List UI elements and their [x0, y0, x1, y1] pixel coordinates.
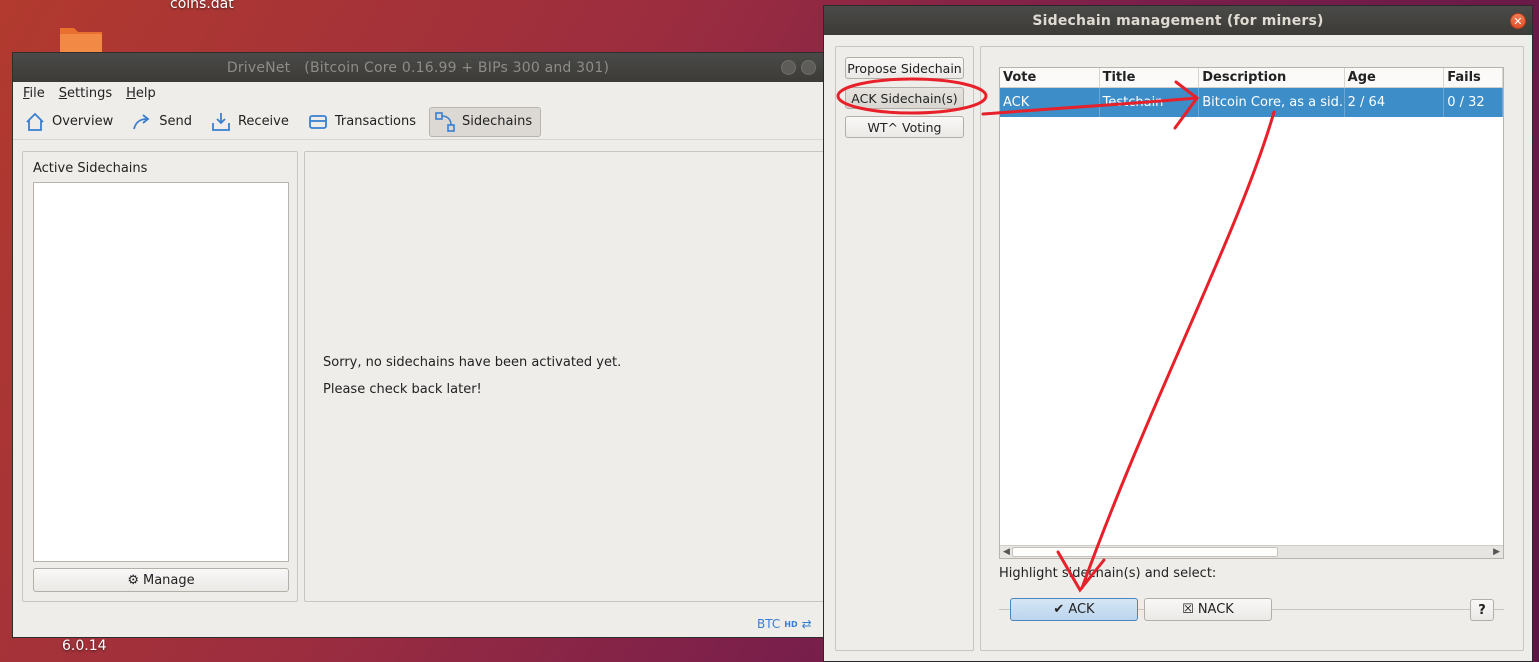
sidechain-info-panel: Sorry, no sidechains have been activated…	[304, 151, 823, 602]
window-title: DriveNet (Bitcoin Core 0.16.99 + BIPs 30…	[226, 59, 610, 76]
ack-button[interactable]: ✔ ACK	[1010, 598, 1138, 621]
ack-sidechains-panel: Vote Title Description Age Fails ACK Tes…	[980, 46, 1524, 651]
table-row[interactable]: ACK Testchain Bitcoin Core, as a sid... …	[1000, 88, 1503, 117]
cell-age: 2 / 64	[1345, 88, 1445, 117]
menu-settings[interactable]: Settings	[59, 86, 112, 101]
checkmark-icon: ✔	[1053, 602, 1065, 617]
horizontal-scrollbar[interactable]: ◀ ▶	[1000, 545, 1503, 558]
desktop-file-label[interactable]: coins.dat	[170, 0, 234, 12]
ack-button-label: ACK	[1068, 602, 1095, 617]
tab-sidechains[interactable]: Sidechains	[429, 106, 542, 137]
cell-fails: 0 / 32	[1444, 88, 1503, 117]
scrollbar-thumb[interactable]	[1012, 547, 1278, 557]
tab-receive[interactable]: Receive	[205, 107, 298, 137]
no-sidechains-message: Sorry, no sidechains have been activated…	[323, 355, 622, 370]
hd-badge: HD	[784, 619, 798, 629]
receive-icon	[212, 112, 230, 131]
menu-help[interactable]: Help	[126, 86, 156, 101]
check-back-message: Please check back later!	[323, 382, 482, 397]
tab-transactions[interactable]: Transactions	[302, 107, 425, 137]
gear-icon: ⚙	[127, 572, 139, 588]
table-header: Vote Title Description Age Fails	[1000, 68, 1503, 88]
drivenet-titlebar[interactable]: DriveNet (Bitcoin Core 0.16.99 + BIPs 30…	[13, 53, 823, 82]
statusbar: BTC HD ⇄	[757, 617, 812, 631]
transactions-icon	[308, 114, 327, 129]
highlight-hint: Highlight sidechain(s) and select:	[999, 566, 1217, 581]
dialog-titlebar[interactable]: Sidechain management (for miners) ✕	[824, 6, 1532, 35]
tab-overview-label: Overview	[52, 114, 114, 129]
send-arrow-icon	[133, 113, 150, 129]
column-header-vote[interactable]: Vote	[1000, 68, 1100, 87]
menubar: File Settings Help	[13, 82, 823, 104]
tab-send[interactable]: Send	[126, 107, 201, 137]
tab-transactions-label: Transactions	[334, 114, 417, 129]
sidechain-dialog: Sidechain management (for miners) ✕ Prop…	[823, 5, 1533, 662]
nack-button-label: NACK	[1197, 602, 1234, 617]
menu-file[interactable]: File	[23, 86, 45, 101]
toolbar: Overview Send Receive Transactions Sidec…	[13, 104, 823, 140]
scroll-left-icon[interactable]: ◀	[1003, 546, 1010, 558]
cell-vote: ACK	[1000, 88, 1100, 117]
sidechain-proposals-table[interactable]: Vote Title Description Age Fails ACK Tes…	[999, 67, 1504, 559]
sidechains-icon	[435, 111, 455, 132]
maximize-icon[interactable]	[801, 60, 816, 75]
active-sidechains-list[interactable]	[33, 182, 289, 562]
unit-label[interactable]: BTC	[757, 617, 780, 631]
drivenet-window: DriveNet (Bitcoin Core 0.16.99 + BIPs 30…	[12, 52, 824, 638]
nack-button[interactable]: ☒ NACK	[1144, 598, 1272, 621]
manage-button-label: Manage	[143, 572, 195, 588]
column-header-age[interactable]: Age	[1345, 68, 1445, 87]
tab-send-label: Send	[159, 114, 192, 129]
network-icon: ⇄	[801, 617, 812, 631]
ack-sidechains-button[interactable]: ACK Sidechain(s)	[845, 87, 964, 109]
wt-voting-button[interactable]: WT^ Voting	[845, 116, 964, 138]
cell-description: Bitcoin Core, as a sid...	[1199, 88, 1345, 117]
active-sidechains-panel: Active Sidechains ⚙ Manage	[22, 151, 298, 602]
column-header-title[interactable]: Title	[1100, 68, 1200, 87]
close-icon[interactable]: ✕	[1510, 13, 1526, 29]
cell-title: Testchain	[1100, 88, 1200, 117]
column-header-fails[interactable]: Fails	[1444, 68, 1503, 87]
tab-overview[interactable]: Overview	[19, 107, 122, 137]
tab-sidechains-label: Sidechains	[462, 114, 533, 129]
x-box-icon: ☒	[1182, 602, 1194, 617]
help-button[interactable]: ?	[1470, 599, 1494, 621]
scroll-right-icon[interactable]: ▶	[1493, 546, 1500, 558]
home-icon	[26, 112, 44, 131]
active-sidechains-label: Active Sidechains	[33, 161, 148, 176]
minimize-icon[interactable]	[781, 60, 796, 75]
propose-sidechain-button[interactable]: Propose Sidechain	[845, 57, 964, 79]
dialog-title: Sidechain management (for miners)	[1032, 12, 1324, 29]
desktop-version-label: 6.0.14	[62, 638, 107, 654]
folder-icon[interactable]	[58, 24, 104, 54]
dialog-nav-panel: Propose Sidechain ACK Sidechain(s) WT^ V…	[835, 46, 974, 651]
column-header-description[interactable]: Description	[1199, 68, 1345, 87]
manage-button[interactable]: ⚙ Manage	[33, 568, 289, 592]
tab-receive-label: Receive	[237, 114, 289, 129]
